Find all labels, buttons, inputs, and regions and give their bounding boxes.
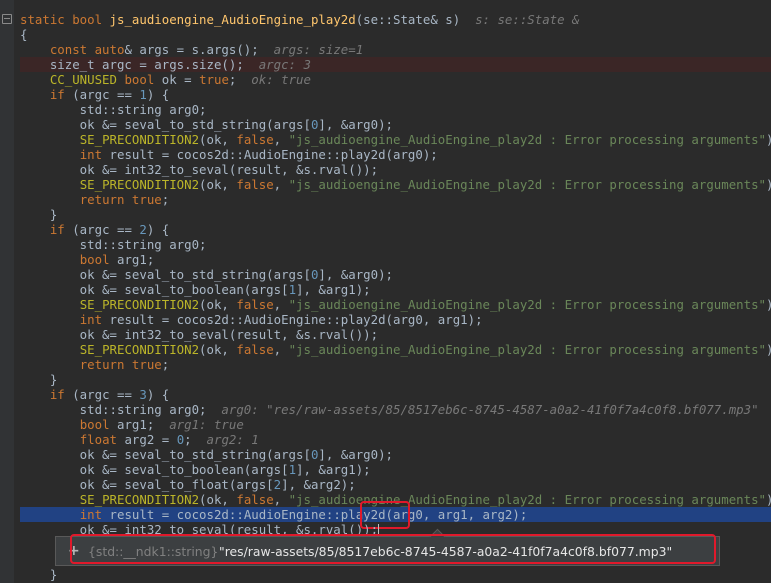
code-line: ok &= seval_to_float(args[2], &arg2); [20, 477, 356, 492]
code-line: std::string arg0; [20, 237, 207, 252]
code-line: bool arg1; arg1: true [79, 417, 244, 432]
code-line: SE_PRECONDITION2(ok, false, "js_audioeng… [79, 297, 771, 312]
code-line: ok &= seval_to_std_string(args[0], &arg0… [20, 447, 394, 462]
code-line: SE_PRECONDITION2(ok, false, "js_audioeng… [79, 177, 771, 192]
code-line: } [20, 372, 58, 387]
code-line: bool arg1; [79, 252, 155, 267]
code-line: if (argc == 3) { [49, 387, 170, 402]
code-line: } [20, 207, 58, 222]
code-line: SE_PRECONDITION2(ok, false, "js_audioeng… [79, 342, 771, 357]
debug-value-tooltip: + {std::__ndk1::string} "res/raw-assets/… [55, 528, 720, 566]
code-line: std::string arg0; arg0: "res/raw-assets/… [20, 402, 759, 417]
code-line: float arg2 = 0; arg2: 1 [79, 432, 259, 447]
code-line-current: int result = cocos2d::AudioEngine::play2… [20, 501, 771, 529]
tooltip-highlight-box [70, 534, 716, 564]
code-line: CC_UNUSED bool ok = true; ok: true [49, 72, 311, 87]
code-line: if (argc == 2) { [49, 222, 170, 237]
code-line: std::string arg0; [20, 102, 207, 117]
code-line: return true; [79, 357, 170, 372]
fold-collapse-icon[interactable] [2, 14, 12, 24]
code-line: { [20, 27, 28, 42]
code-line: static bool js_audioengine_AudioEngine_p… [20, 12, 580, 27]
code-line: ok &= seval_to_std_string(args[0], &arg0… [20, 267, 394, 282]
code-line: ok &= seval_to_boolean(args[1], &arg1); [20, 462, 371, 477]
code-line: int result = cocos2d::AudioEngine::play2… [79, 312, 483, 327]
code-line: if (argc == 1) { [49, 87, 170, 102]
code-line: const auto& args = s.args(); args: size=… [49, 42, 364, 57]
code-editor[interactable]: static bool js_audioengine_AudioEngine_p… [20, 12, 771, 582]
editor-gutter [0, 0, 14, 583]
code-line: } [20, 567, 58, 582]
code-line: return true; [79, 192, 170, 207]
code-line: int result = cocos2d::AudioEngine::play2… [79, 147, 438, 162]
code-line: size_t argc = args.size(); argc: 3 [20, 57, 771, 72]
code-line: SE_PRECONDITION2(ok, false, "js_audioeng… [79, 132, 771, 147]
code-line: ok &= int32_to_seval(result, &s.rval()); [20, 327, 379, 342]
code-line: ok &= seval_to_std_string(args[0], &arg0… [20, 117, 394, 132]
code-line: ok &= int32_to_seval(result, &s.rval()); [20, 162, 379, 177]
code-line: ok &= seval_to_boolean(args[1], &arg1); [20, 282, 371, 297]
